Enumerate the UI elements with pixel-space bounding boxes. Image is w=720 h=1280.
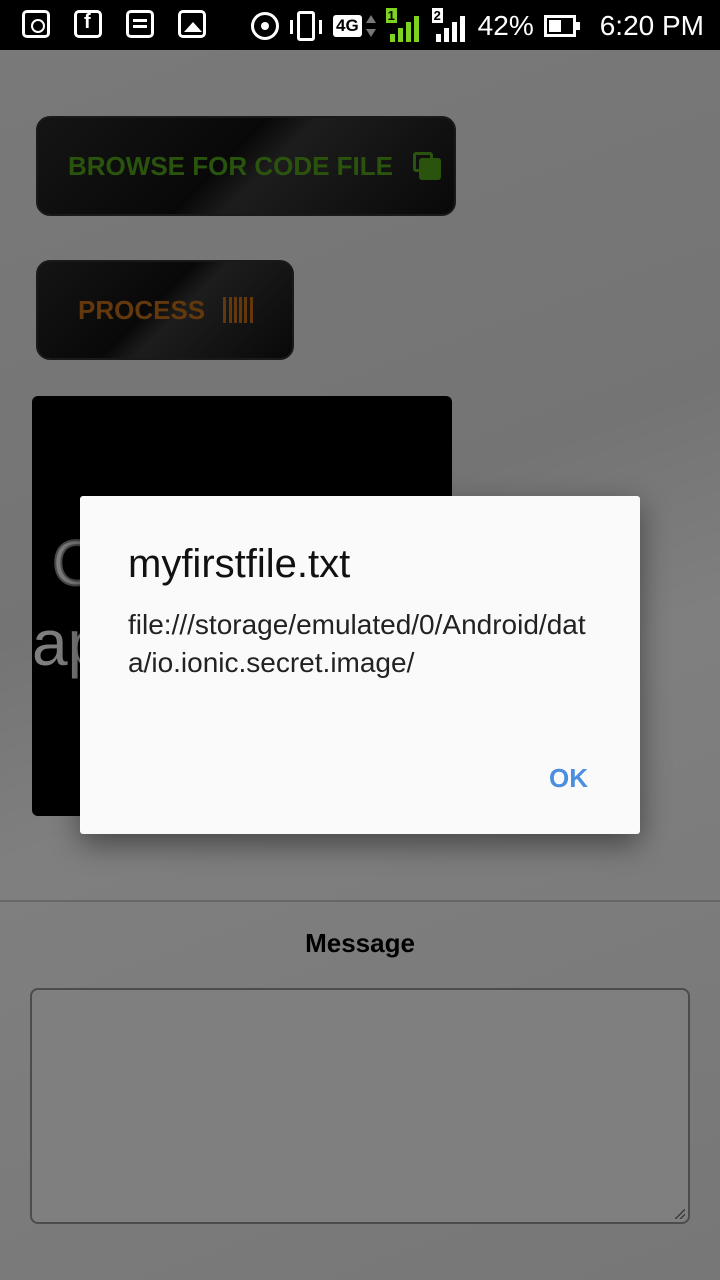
vibrate-icon: [289, 11, 322, 41]
network-type: 4G: [332, 15, 362, 37]
facebook-notification-icon: [74, 10, 102, 38]
dialog-message: file:///storage/emulated/0/Android/data/…: [128, 609, 586, 678]
message-notification-icon: [126, 10, 154, 38]
hotspot-icon: [250, 12, 279, 40]
alert-dialog: myfirstfile.txt file:///storage/emulated…: [80, 496, 640, 834]
status-bar: 4G 1 2 42% 6:20 PM: [0, 0, 720, 50]
battery-icon: [543, 15, 580, 37]
app-notification-icon: [22, 10, 50, 38]
battery-percent: 42%: [477, 10, 534, 41]
system-icons: 4G 1 2 42% 6:20 PM: [250, 6, 704, 46]
gallery-notification-icon: [178, 10, 206, 38]
sim1-signal-icon: 1: [385, 8, 422, 44]
data-activity-icon: [365, 13, 376, 39]
ok-button[interactable]: OK: [537, 757, 600, 800]
notification-icons: [22, 10, 206, 38]
clock: 6:20 PM: [599, 10, 704, 41]
sim2-signal-icon: 2: [431, 8, 468, 44]
dialog-title: myfirstfile.txt: [128, 542, 351, 586]
